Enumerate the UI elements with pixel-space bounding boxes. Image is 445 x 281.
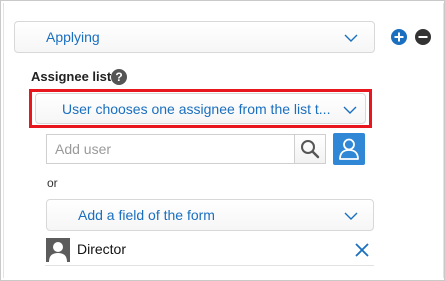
- search-button[interactable]: [294, 134, 326, 164]
- status-dropdown-value: Applying: [46, 29, 100, 45]
- assignee-name: Director: [77, 241, 127, 257]
- or-separator: or: [47, 176, 58, 190]
- chevron-down-icon: [344, 212, 358, 220]
- minus-circle-icon: [418, 36, 428, 38]
- avatar-icon: [46, 238, 70, 262]
- form-field-dropdown[interactable]: Add a field of the form: [46, 199, 374, 231]
- highlight-box: [29, 89, 372, 128]
- help-icon[interactable]: ?: [111, 69, 127, 85]
- chevron-down-icon: [344, 34, 358, 42]
- add-user-input[interactable]: [46, 134, 294, 164]
- close-icon[interactable]: [354, 242, 370, 258]
- plus-circle-icon: [394, 32, 404, 42]
- assignee-list-label: Assignee list: [31, 69, 112, 84]
- form-field-dropdown-value: Add a field of the form: [78, 207, 215, 223]
- add-step-button[interactable]: [391, 29, 407, 45]
- user-icon: [339, 138, 359, 160]
- status-dropdown[interactable]: Applying: [14, 21, 375, 53]
- select-user-button[interactable]: [333, 133, 365, 165]
- search-icon: [301, 140, 320, 159]
- remove-step-button[interactable]: [415, 29, 431, 45]
- assignee-list-item: Director: [45, 235, 374, 266]
